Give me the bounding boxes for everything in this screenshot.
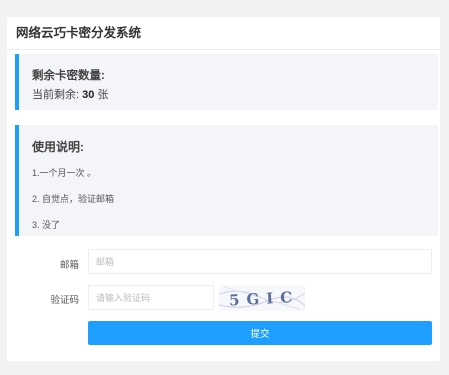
- stock-remaining: 当前剩余: 30 张: [32, 86, 438, 102]
- captcha-text: 5GIC: [229, 288, 300, 310]
- stock-title: 剩余卡密数量:: [32, 70, 105, 82]
- stock-panel: 剩余卡密数量: 当前剩余: 30 张: [15, 54, 438, 110]
- captcha-image[interactable]: 5GIC: [219, 285, 305, 311]
- help-item: 2. 自觉点，验证邮箱: [32, 194, 115, 204]
- submit-button[interactable]: 提交: [88, 321, 432, 345]
- remaining-label: 当前剩余:: [32, 89, 80, 101]
- remaining-unit: 张: [97, 89, 109, 101]
- captcha-input[interactable]: [88, 285, 214, 310]
- help-item: 1.一个月一次 。: [32, 168, 97, 178]
- remaining-value: 30: [82, 89, 95, 101]
- captcha-label: 验证码: [50, 295, 79, 306]
- email-label: 邮箱: [59, 260, 79, 271]
- main-card: 网络云巧卡密分发系统 剩余卡密数量: 当前剩余: 30 张 使用说明: 1.一个…: [7, 17, 440, 361]
- help-title: 使用说明:: [32, 140, 84, 154]
- page-title: 网络云巧卡密分发系统: [7, 17, 440, 50]
- email-field[interactable]: [88, 249, 432, 274]
- captcha-graphic: 5GIC: [219, 286, 305, 310]
- help-item: 3. 没了: [32, 220, 61, 230]
- help-panel: 使用说明: 1.一个月一次 。 2. 自觉点，验证邮箱 3. 没了: [15, 125, 438, 236]
